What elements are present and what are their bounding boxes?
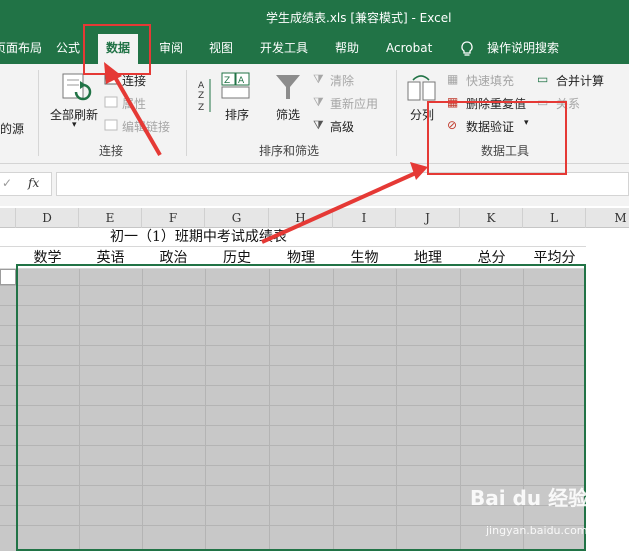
annotation-box-data-tools (427, 101, 567, 175)
formula-input[interactable] (56, 172, 629, 196)
title-row: 初一（1）班期中考试成绩表 (0, 228, 586, 247)
clear-icon: ⧩ (313, 72, 324, 86)
consolidate-icon: ▭ (537, 72, 549, 86)
tab-view[interactable]: 视图 (209, 34, 233, 64)
properties-button[interactable]: 属性 (122, 95, 146, 112)
svg-text:A: A (198, 81, 205, 91)
flash-fill-icon: ▦ (447, 72, 459, 86)
properties-icon (104, 96, 118, 108)
insert-function-button[interactable]: fx (28, 176, 39, 190)
tab-page-layout[interactable]: 页面布局 (0, 34, 42, 64)
tab-acrobat[interactable]: Acrobat (386, 34, 432, 64)
select-all-corner[interactable] (0, 208, 16, 228)
sort-button[interactable]: 排序 (225, 106, 249, 123)
svg-text:Z: Z (198, 91, 204, 101)
filter-icon[interactable] (274, 72, 302, 102)
window-title: 学生成绩表.xls [兼容模式] - Excel (266, 11, 452, 25)
svg-text:Z: Z (198, 103, 204, 113)
clear-button[interactable]: 清除 (330, 72, 354, 89)
lightbulb-icon (461, 41, 473, 56)
tab-formulas[interactable]: 公式 (56, 34, 80, 64)
tab-developer[interactable]: 开发工具 (260, 34, 308, 64)
column-header[interactable]: H (269, 208, 333, 228)
chevron-down-icon[interactable]: ▾ (72, 120, 77, 130)
consolidate-button[interactable]: 合并计算 (556, 72, 604, 89)
annotation-box-data-tab (83, 24, 151, 75)
cancel-entry-icon[interactable]: ✓ (2, 176, 12, 190)
svg-text:Z: Z (224, 76, 230, 86)
tell-me-search[interactable]: 操作说明搜索 (487, 34, 559, 64)
column-header[interactable]: G (205, 208, 269, 228)
tab-help[interactable]: 帮助 (335, 34, 359, 64)
column-headers: D E F G H I J K L M (0, 208, 629, 228)
baidu-watermark-url: jingyan.baidu.com (486, 524, 588, 537)
flash-fill-button[interactable]: 快速填充 (466, 72, 514, 89)
advanced-filter-button[interactable]: 高级 (330, 118, 354, 135)
column-header[interactable]: F (142, 208, 205, 228)
group-label-sort-filter: 排序和筛选 (259, 144, 320, 158)
text-to-columns-icon[interactable] (407, 74, 437, 102)
column-header[interactable]: D (16, 208, 79, 228)
filter-button[interactable]: 筛选 (276, 106, 300, 123)
column-header[interactable]: J (396, 208, 460, 228)
edit-links-button[interactable]: 编辑链接 (122, 118, 170, 135)
svg-text:A: A (238, 76, 245, 86)
column-header[interactable]: L (523, 208, 586, 228)
column-header[interactable]: M (612, 208, 629, 228)
group-separator (186, 70, 187, 156)
reapply-button[interactable]: 重新应用 (330, 95, 378, 112)
sheet-caption[interactable]: 初一（1）班期中考试成绩表 (110, 228, 287, 247)
refresh-all-icon[interactable] (60, 70, 94, 104)
group-separator (396, 70, 397, 156)
tab-review[interactable]: 审阅 (159, 34, 183, 64)
column-header[interactable]: I (333, 208, 396, 228)
active-cell[interactable] (0, 269, 16, 285)
column-header[interactable]: K (460, 208, 523, 228)
get-data-label[interactable]: 的源 (0, 120, 24, 137)
advanced-filter-icon: ⧩ (313, 118, 324, 132)
sort-icon[interactable]: Z A (221, 72, 251, 100)
column-header[interactable]: E (79, 208, 142, 228)
reapply-icon: ⧩ (313, 95, 324, 109)
baidu-watermark: Bai du 经验 (470, 486, 589, 510)
group-separator (38, 70, 39, 156)
sort-az-icon[interactable]: A Z Z (195, 76, 215, 116)
group-label-connections: 连接 (99, 144, 124, 158)
edit-links-icon (104, 119, 118, 131)
